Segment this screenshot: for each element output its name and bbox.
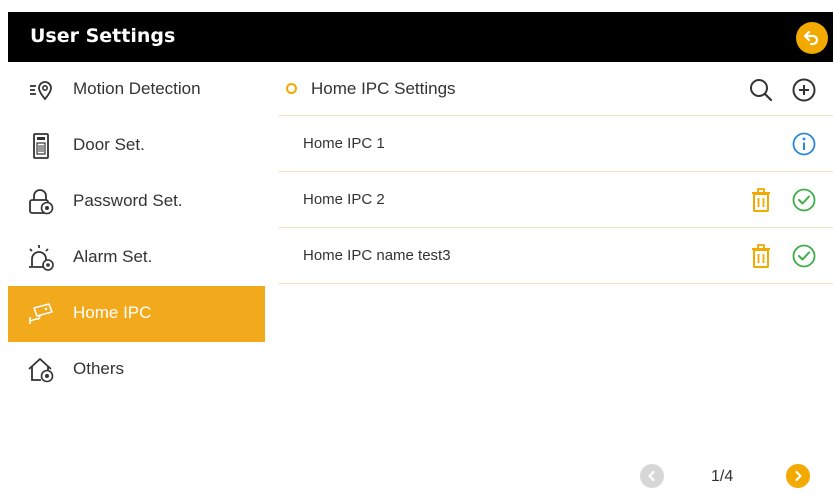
camera-icon (26, 299, 56, 329)
connect-button[interactable] (791, 187, 817, 213)
trash-icon (752, 188, 770, 212)
sidebar-item-password-set[interactable]: Password Set. (8, 174, 265, 230)
delete-button[interactable] (748, 243, 774, 269)
sidebar-item-others[interactable]: Others (8, 342, 265, 398)
back-button[interactable] (796, 22, 828, 54)
info-button[interactable] (791, 131, 817, 157)
add-circle-icon (792, 78, 816, 102)
info-icon (792, 132, 816, 156)
panel-title: Home IPC Settings (311, 79, 456, 98)
sidebar-item-label: Motion Detection (73, 79, 201, 98)
sidebar-item-label: Others (73, 359, 125, 378)
sidebar-item-label: Alarm Set. (73, 247, 153, 266)
prev-page-button[interactable] (640, 464, 664, 488)
page-title: User Settings (30, 25, 176, 47)
trash-icon (752, 244, 770, 268)
lock-gear-icon (26, 187, 56, 217)
title-bar: User Settings (8, 12, 833, 62)
search-button[interactable] (748, 77, 774, 103)
table-row[interactable]: Home IPC 2 (278, 172, 833, 228)
sidebar-item-alarm-set[interactable]: Alarm Set. (8, 230, 265, 286)
chevron-left-icon (648, 470, 655, 482)
next-page-button[interactable] (786, 464, 810, 488)
sidebar-item-label: Password Set. (73, 191, 183, 210)
motion-detection-icon (26, 75, 56, 105)
table-row[interactable]: Home IPC 1 (278, 116, 833, 172)
panel-header: Home IPC Settings (278, 62, 833, 116)
search-icon (750, 79, 773, 102)
sidebar-item-motion-detection[interactable]: Motion Detection (8, 62, 265, 118)
user-settings-screen: User Settings Motion Detection Door Set.… (8, 12, 833, 495)
ipc-name: Home IPC 1 (303, 135, 385, 152)
alarm-icon (26, 243, 56, 273)
back-arrow-icon (803, 30, 819, 46)
connect-button[interactable] (791, 243, 817, 269)
sidebar-item-home-ipc[interactable]: Home IPC (8, 286, 265, 342)
table-row[interactable]: Home IPC name test3 (278, 228, 833, 284)
door-icon (26, 131, 56, 161)
sidebar-item-label: Door Set. (73, 135, 145, 154)
sidebar-item-door-set[interactable]: Door Set. (8, 118, 265, 174)
page-indicator: 1/4 (711, 468, 734, 485)
sidebar: Motion Detection Door Set. Password Set.… (8, 62, 265, 495)
check-circle-icon (792, 188, 816, 212)
ipc-name: Home IPC name test3 (303, 247, 451, 264)
sidebar-item-label: Home IPC (73, 303, 152, 322)
delete-button[interactable] (748, 187, 774, 213)
chevron-right-icon (795, 470, 802, 482)
check-circle-icon (792, 244, 816, 268)
home-gear-icon (26, 355, 56, 385)
home-ipc-panel: Home IPC Settings Home IPC 1 Home IPC 2 … (278, 62, 833, 495)
add-button[interactable] (791, 77, 817, 103)
section-dot-icon (286, 83, 297, 94)
ipc-name: Home IPC 2 (303, 191, 385, 208)
